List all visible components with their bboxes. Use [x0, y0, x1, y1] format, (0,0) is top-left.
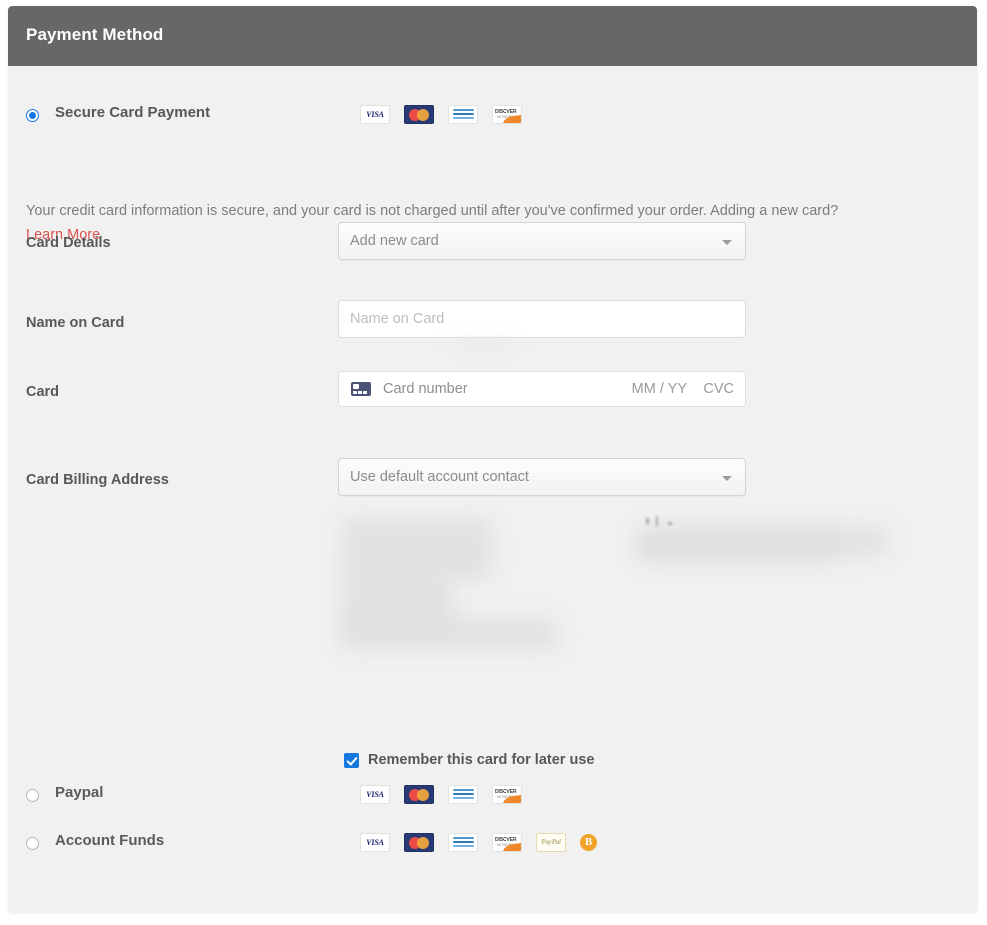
name-on-card-field[interactable]: Name on Card — [338, 300, 746, 338]
brand-strip-paypal: VISA DISCVER NETWORK — [360, 784, 522, 804]
mastercard-icon-circle-right — [417, 109, 429, 121]
card-billing-address-label: Card Billing Address — [26, 472, 169, 488]
credit-card-icon-chip — [353, 384, 359, 389]
amex-icon-bar — [453, 116, 474, 120]
option-account-funds-label: Account Funds — [55, 832, 165, 849]
visa-icon-text: VISA — [366, 837, 384, 847]
card-label: Card — [26, 384, 60, 400]
bitcoin-icon-text: B — [584, 835, 593, 848]
card-number-field[interactable]: Card number MM / YY CVC — [338, 371, 746, 407]
mastercard-icon — [404, 832, 434, 852]
card-billing-address-selected-value: Use default account contact — [350, 469, 529, 485]
discover-icon: DISCVER NETWORK — [492, 784, 522, 804]
remember-card-label: Remember this card for later use — [368, 752, 595, 768]
radio-account-funds[interactable] — [26, 837, 39, 850]
payment-method-page: Payment Method Secure Card Payment VISA — [0, 0, 987, 925]
visa-icon-text: VISA — [366, 789, 384, 799]
amex-icon — [448, 784, 478, 804]
amex-icon-bar — [453, 792, 474, 796]
visa-icon-text: VISA — [366, 109, 384, 119]
card-details-select-box[interactable]: Add new card — [338, 222, 746, 260]
amex-icon-bar — [453, 840, 474, 844]
mastercard-icon-circle-right — [417, 789, 429, 801]
amex-icon — [448, 104, 478, 124]
amex-icon-bar — [453, 836, 474, 840]
amex-icon-bar — [453, 112, 474, 116]
paypal-icon-text: PayPal — [541, 838, 561, 846]
brand-strip-account-funds: VISA DISCVER NETWORK PayPal B — [360, 832, 597, 852]
radio-paypal[interactable] — [26, 789, 39, 802]
remember-card-checkbox[interactable] — [344, 753, 359, 768]
card-number-placeholder: Card number — [383, 381, 468, 397]
card-expiry-placeholder[interactable]: MM / YY — [632, 381, 687, 397]
credit-card-icon-dash — [353, 391, 357, 394]
mastercard-icon — [404, 784, 434, 804]
card-details-selected-value: Add new card — [350, 233, 439, 249]
credit-card-icon-dash — [358, 391, 362, 394]
amex-icon-bar — [453, 796, 474, 800]
visa-icon: VISA — [360, 104, 390, 124]
card-details-label: Card Details — [26, 235, 111, 251]
redacted-artifact — [646, 518, 649, 524]
redacted-address-block — [638, 538, 838, 560]
chevron-down-icon[interactable] — [722, 240, 732, 245]
security-description-text: Your credit card information is secure, … — [26, 203, 839, 219]
option-paypal-label: Paypal — [55, 784, 104, 801]
credit-card-icon — [351, 382, 371, 396]
card-billing-address-select-box[interactable]: Use default account contact — [338, 458, 746, 496]
chevron-down-icon[interactable] — [722, 476, 732, 481]
redacted-artifact — [668, 522, 672, 525]
bitcoin-icon: B — [580, 833, 597, 851]
card-cvc-placeholder[interactable]: CVC — [703, 381, 734, 397]
payment-method-panel: Payment Method Secure Card Payment VISA — [8, 6, 977, 912]
page-title: Payment Method — [26, 25, 164, 44]
visa-icon: VISA — [360, 784, 390, 804]
amex-icon-bar — [453, 788, 474, 792]
redacted-artifact — [448, 342, 518, 348]
discover-icon: DISCVER NETWORK — [492, 104, 522, 124]
redacted-address-block — [342, 618, 557, 650]
panel-body: Secure Card Payment VISA DISCVER NETWORK… — [8, 66, 977, 912]
card-details-select[interactable]: Add new card — [338, 222, 746, 260]
amex-icon — [448, 832, 478, 852]
redacted-address-block — [342, 518, 492, 580]
name-on-card-input[interactable]: Name on Card — [338, 300, 746, 338]
credit-card-icon-dash — [363, 391, 367, 394]
option-secure-card-payment-label: Secure Card Payment — [55, 104, 211, 121]
panel-header: Payment Method — [8, 6, 977, 66]
visa-icon: VISA — [360, 832, 390, 852]
mastercard-icon — [404, 104, 434, 124]
discover-icon: DISCVER NETWORK — [492, 832, 522, 852]
amex-icon-bar — [453, 108, 474, 112]
name-on-card-placeholder: Name on Card — [350, 311, 445, 327]
name-on-card-label: Name on Card — [26, 315, 125, 331]
amex-icon-bar — [453, 844, 474, 848]
card-number-input[interactable]: Card number MM / YY CVC — [338, 371, 746, 407]
paypal-icon: PayPal — [536, 832, 566, 852]
mastercard-icon-circle-right — [417, 837, 429, 849]
radio-secure-card-payment[interactable] — [26, 109, 39, 122]
brand-strip-secure-card: VISA DISCVER NETWORK — [360, 104, 522, 124]
redacted-artifact — [656, 516, 658, 526]
card-billing-address-select[interactable]: Use default account contact — [338, 458, 746, 496]
